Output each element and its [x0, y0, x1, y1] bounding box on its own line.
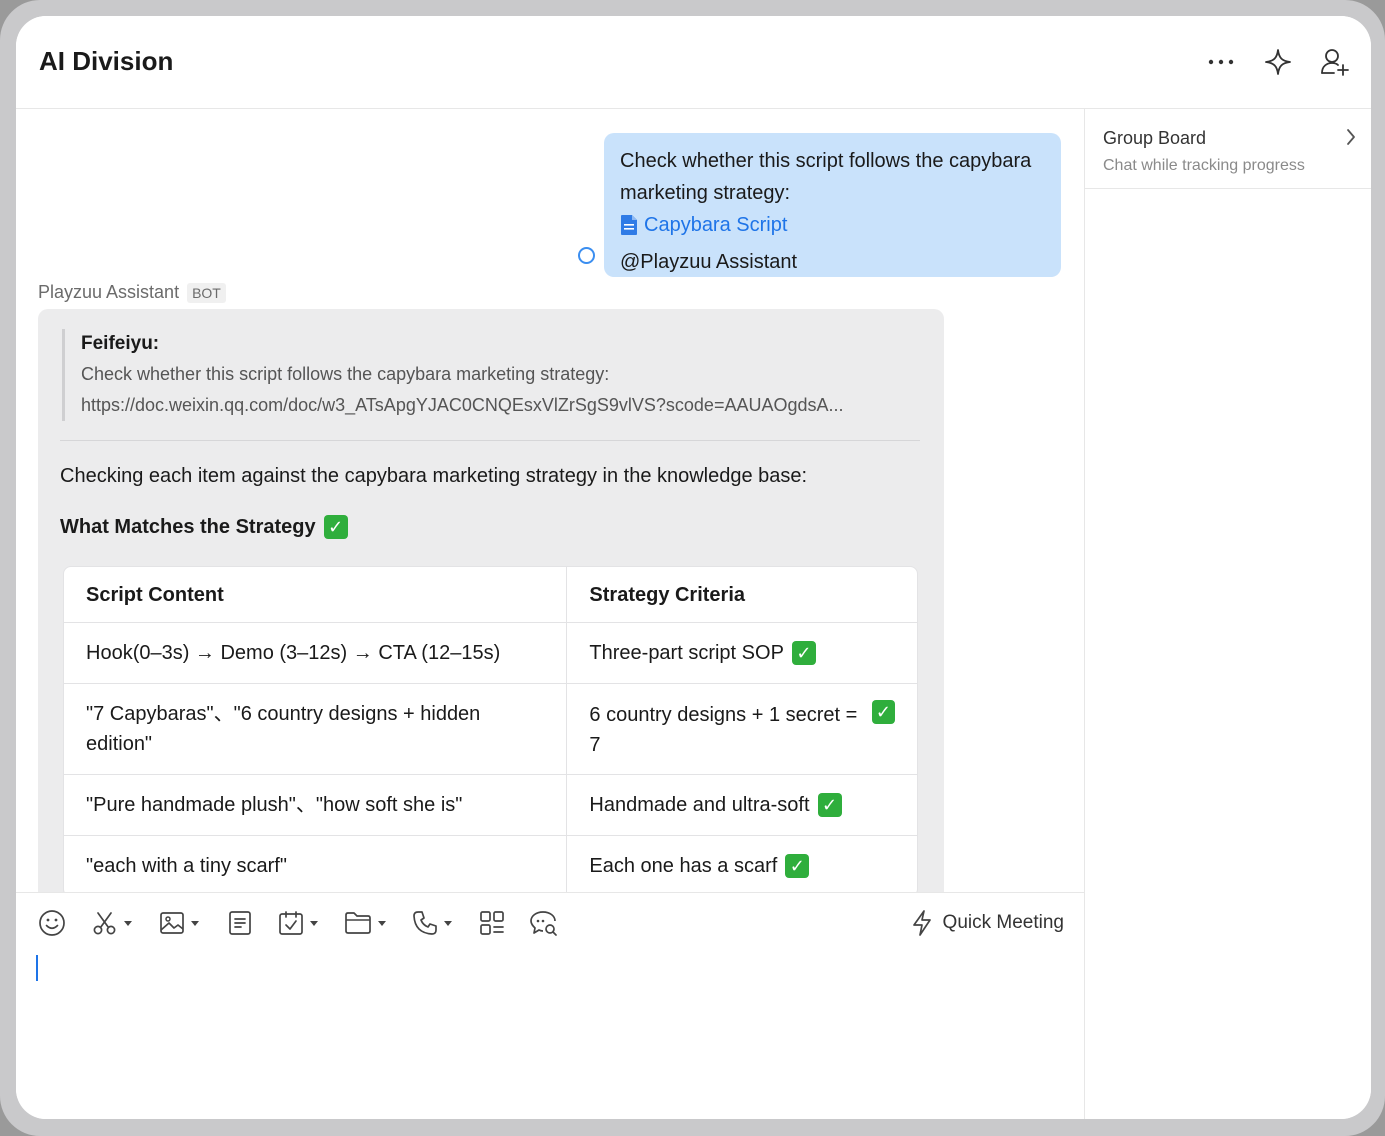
- check-mark-icon: ✓: [791, 641, 816, 665]
- chat-search-icon: [530, 911, 557, 936]
- table-cell-criteria: Handmade and ultra-soft ✓: [567, 775, 917, 835]
- quote-link: https://doc.weixin.qq.com/doc/w3_ATsApgY…: [81, 395, 844, 415]
- section-title: What Matches the Strategy: [60, 515, 316, 538]
- quote-author: Feifeiyu:: [81, 333, 160, 354]
- file-button[interactable]: [344, 907, 386, 939]
- text-input-cursor[interactable]: [36, 955, 38, 981]
- user-message-bubble[interactable]: Check whether this script follows the ca…: [604, 133, 1061, 277]
- add-member-icon[interactable]: [1319, 46, 1351, 78]
- table-row: "each with a tiny scarf" Each one has a …: [64, 835, 917, 892]
- criteria-text: 6 country designs + 1 secret = 7: [589, 704, 858, 756]
- table-cell-criteria: 6 country designs + 1 secret = 7 ✓: [567, 684, 917, 774]
- chevron-right-icon: [1345, 127, 1357, 152]
- header: AI Division: [16, 16, 1371, 109]
- message-list[interactable]: Check whether this script follows the ca…: [16, 109, 1084, 892]
- image-button[interactable]: [159, 907, 199, 939]
- calendar-check-icon: [279, 911, 303, 935]
- bot-badge: BOT: [187, 282, 226, 303]
- screenshot-button[interactable]: [92, 907, 132, 939]
- doc-link-label: Capybara Script: [644, 214, 788, 236]
- criteria-text: Three-part script SOP: [589, 642, 784, 664]
- todo-button[interactable]: [278, 907, 318, 939]
- image-icon: [160, 912, 184, 934]
- dropdown-caret-icon: [310, 920, 318, 926]
- divider: [60, 440, 920, 441]
- table-header-row: Script Content Strategy Criteria: [64, 567, 917, 622]
- dropdown-caret-icon: [378, 920, 386, 926]
- device-frame: AI Division Check whether this script fo…: [0, 0, 1385, 1136]
- unread-status-icon: [578, 247, 595, 264]
- table-cell-content: "each with a tiny scarf": [64, 836, 568, 892]
- ai-sparkle-icon[interactable]: [1262, 46, 1294, 78]
- scissors-icon: [93, 912, 116, 935]
- check-mark-icon: ✓: [785, 854, 810, 878]
- lightning-icon: [912, 910, 931, 936]
- message-composer: Quick Meeting: [16, 892, 1084, 1119]
- table-header-cell: Strategy Criteria: [589, 583, 746, 606]
- comparison-table: Script Content Strategy Criteria Hook(0–…: [63, 566, 918, 892]
- doc-link[interactable]: Capybara Script: [620, 209, 787, 241]
- check-mark-icon: ✓: [871, 700, 895, 724]
- quick-meeting-button[interactable]: Quick Meeting: [911, 909, 1064, 937]
- quick-meeting-label: Quick Meeting: [942, 912, 1064, 933]
- dropdown-caret-icon: [191, 920, 199, 926]
- table-cell-content: Hook(0–3s) → Demo (3–12s) → CTA (12–15s): [64, 623, 568, 683]
- group-board-subtitle: Chat while tracking progress: [1103, 157, 1305, 174]
- chat-title: AI Division: [39, 46, 174, 76]
- chat-history-button[interactable]: [529, 907, 559, 939]
- section-heading: What Matches the Strategy ✓: [60, 515, 348, 539]
- more-icon[interactable]: [1205, 46, 1237, 78]
- emoji-icon: [39, 910, 65, 936]
- user-message-text: Check whether this script follows the ca…: [620, 150, 1032, 204]
- group-board-card[interactable]: Group Board Chat while tracking progress: [1085, 109, 1371, 189]
- chat-window: AI Division Check whether this script fo…: [16, 16, 1371, 1119]
- check-mark-icon: ✓: [323, 515, 348, 539]
- document-icon: [229, 911, 251, 935]
- call-button[interactable]: [412, 907, 452, 939]
- folder-icon: [345, 912, 371, 934]
- check-mark-icon: ✓: [817, 793, 842, 817]
- dropdown-caret-icon: [124, 920, 132, 926]
- table-cell-criteria: Each one has a scarf ✓: [567, 836, 917, 892]
- bot-message-bubble[interactable]: Feifeiyu: Check whether this script foll…: [38, 309, 944, 892]
- mention-text: @Playzuu Assistant: [620, 251, 798, 273]
- table-cell-criteria: Three-part script SOP ✓: [567, 623, 917, 683]
- quote-text: Check whether this script follows the ca…: [81, 364, 610, 384]
- sender-name: Playzuu Assistant: [38, 282, 180, 302]
- group-board-title: Group Board: [1103, 128, 1207, 148]
- apps-grid-icon: [480, 911, 504, 935]
- table-row: Hook(0–3s) → Demo (3–12s) → CTA (12–15s)…: [64, 622, 917, 683]
- side-panel: Group Board Chat while tracking progress: [1084, 109, 1371, 1119]
- document-icon: [621, 215, 637, 235]
- apps-button[interactable]: [479, 907, 505, 939]
- table-cell-content: "7 Capybaras"、"6 country designs + hidde…: [64, 684, 568, 774]
- bot-intro-text: Checking each item against the capybara …: [60, 465, 808, 487]
- criteria-text: Handmade and ultra-soft: [589, 794, 810, 816]
- table-cell-content: "Pure handmade plush"、"how soft she is": [64, 775, 568, 835]
- criteria-text: Each one has a scarf: [589, 855, 778, 877]
- doc-button[interactable]: [228, 907, 252, 939]
- bot-sender: Playzuu Assistant BOT: [38, 282, 226, 303]
- phone-icon: [413, 911, 437, 935]
- emoji-button[interactable]: [38, 907, 66, 939]
- quoted-message: Feifeiyu: Check whether this script foll…: [62, 329, 922, 421]
- dropdown-caret-icon: [444, 920, 452, 926]
- table-header-cell: Script Content: [64, 567, 568, 622]
- table-row: "Pure handmade plush"、"how soft she is" …: [64, 774, 917, 835]
- table-row: "7 Capybaras"、"6 country designs + hidde…: [64, 683, 917, 774]
